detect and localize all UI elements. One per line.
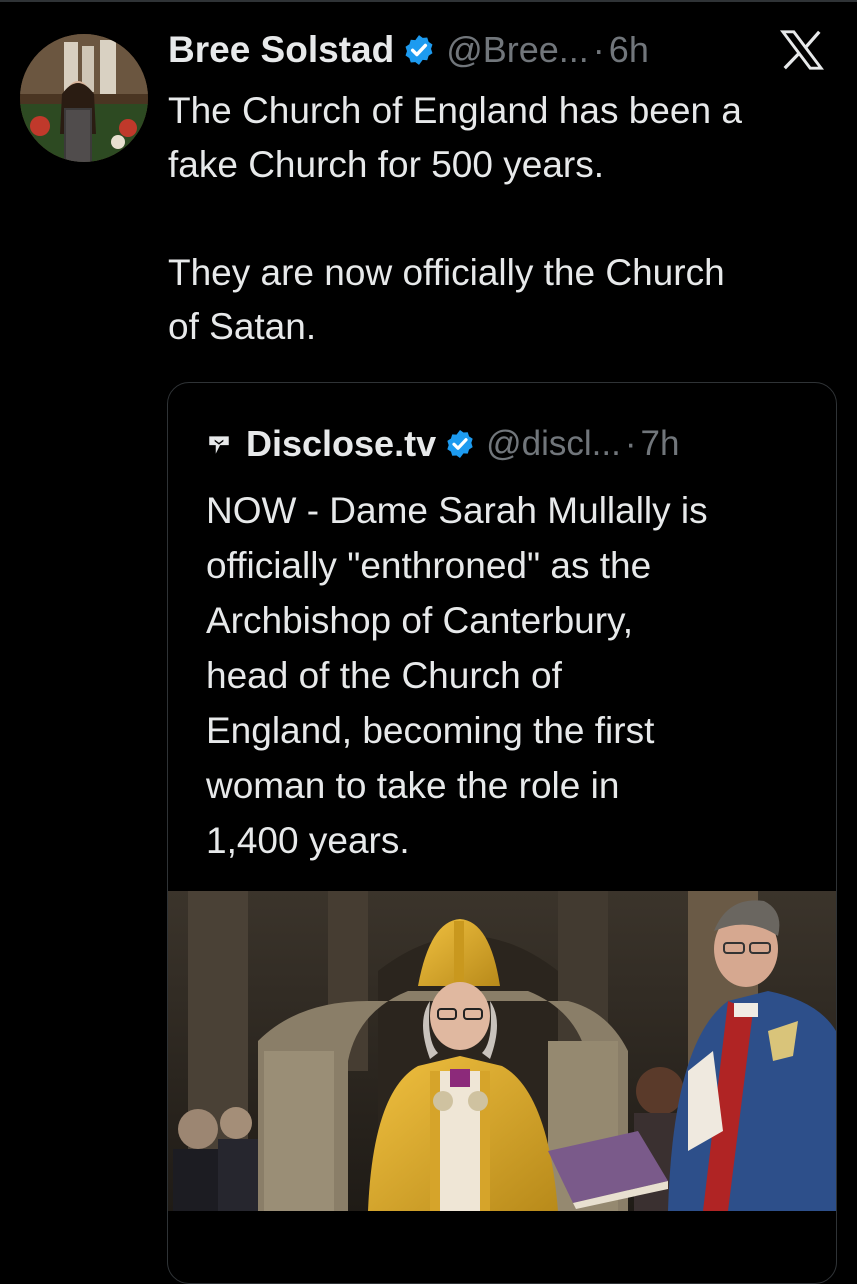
x-logo-icon[interactable] — [780, 30, 824, 70]
tweet-text: The Church of England has been a fake Ch… — [168, 90, 742, 347]
time-separator: · — [624, 424, 637, 463]
quoted-author-name[interactable]: Disclose.tv — [246, 423, 436, 465]
enthronement-photo — [168, 891, 836, 1211]
tweet-time[interactable]: 6h — [609, 29, 649, 71]
tweet-header: Bree Solstad @Bree... · 6h — [168, 28, 649, 72]
disclose-logo-icon — [209, 436, 229, 454]
author-avatar[interactable] — [20, 34, 148, 162]
verified-badge-icon — [405, 35, 433, 65]
time-separator: · — [592, 29, 605, 70]
quoted-tweet-text: NOW - Dame Sarah Mullally is officially … — [206, 490, 708, 861]
avatar-photo — [20, 34, 148, 162]
verified-badge-icon — [447, 430, 473, 458]
quoted-tweet-header: Disclose.tv @discl... · 7h — [206, 421, 679, 467]
quoted-author-handle[interactable]: @discl... — [486, 424, 621, 464]
author-name[interactable]: Bree Solstad — [168, 29, 394, 71]
quoted-tweet-media[interactable] — [168, 891, 836, 1211]
quoted-tweet-time[interactable]: 7h — [640, 424, 679, 464]
quoted-tweet-card[interactable]: Disclose.tv @discl... · 7h NOW - Dame Sa… — [167, 382, 837, 1284]
top-divider — [0, 0, 857, 2]
author-handle[interactable]: @Bree... — [446, 29, 589, 71]
